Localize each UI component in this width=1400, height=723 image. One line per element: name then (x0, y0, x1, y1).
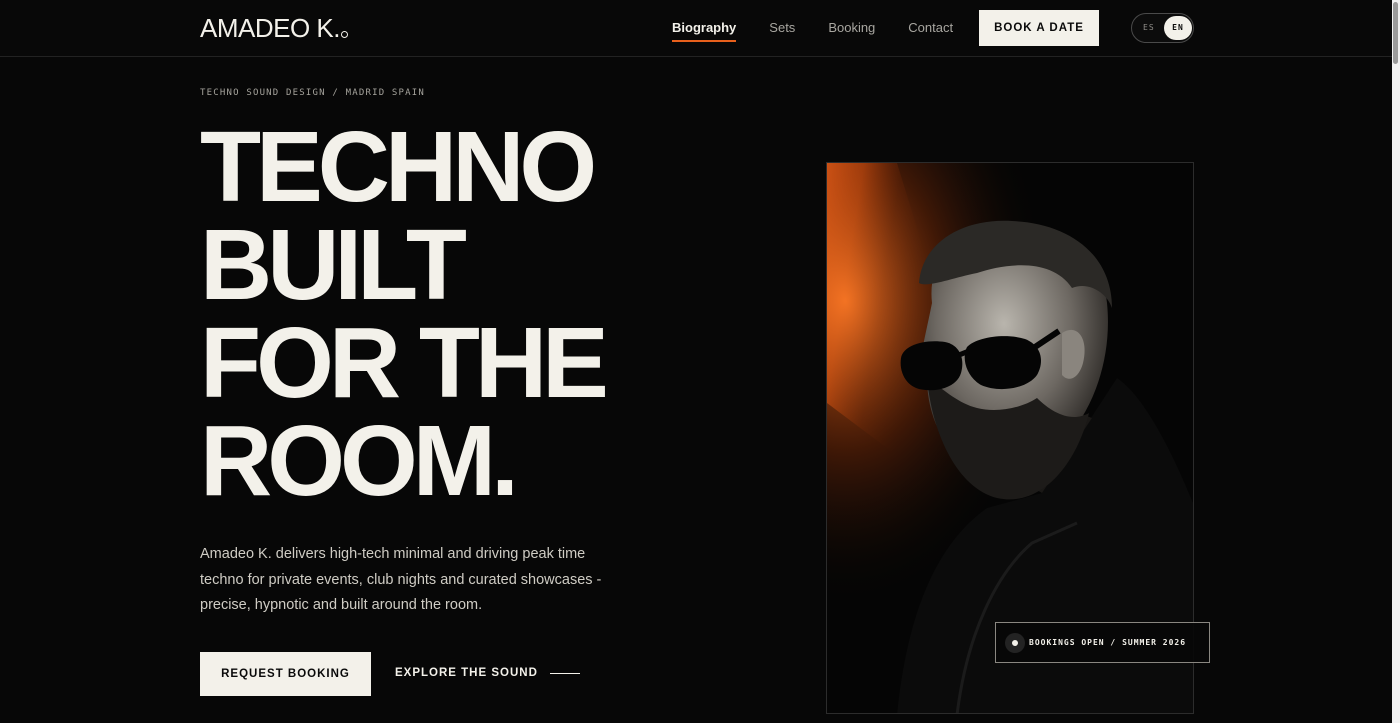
headline-line-1: TECHNO (200, 111, 597, 223)
hero-eyebrow: TECHNO SOUND DESIGN / MADRID SPAIN (200, 88, 426, 98)
headline-line-2: BUILT (200, 209, 467, 321)
logo-text: AMADEO K. (200, 13, 340, 43)
page: AMADEO K. Biography Sets Booking Contact… (0, 0, 1400, 723)
registered-mark-icon (340, 31, 348, 38)
scrollbar-thumb[interactable] (1393, 2, 1398, 64)
lang-option-es[interactable]: ES (1143, 23, 1155, 32)
nav-biography[interactable]: Biography (672, 20, 737, 42)
language-toggle[interactable]: ES EN (1131, 13, 1194, 43)
lang-option-en[interactable]: EN (1164, 16, 1192, 40)
headline-line-3: FOR THE (200, 307, 609, 419)
arrow-line-icon (549, 672, 580, 674)
nav-booking[interactable]: Booking (828, 20, 875, 36)
bookings-open-badge: BOOKINGS OPEN / SUMMER 2026 (995, 622, 1210, 663)
logo[interactable]: AMADEO K. (200, 14, 348, 42)
request-booking-button[interactable]: REQUEST BOOKING (200, 652, 371, 696)
hero-description: Amadeo K. delivers high-tech minimal and… (200, 546, 602, 613)
badge-text: BOOKINGS OPEN / SUMMER 2026 (1029, 638, 1187, 647)
main-nav: Biography Sets Booking Contact (672, 20, 953, 42)
headline-line-4: ROOM. (200, 405, 519, 517)
status-dot-icon (1005, 632, 1025, 653)
site-header: AMADEO K. Biography Sets Booking Contact… (0, 0, 1392, 57)
explore-the-sound-link[interactable]: EXPLORE THE SOUND (395, 667, 580, 679)
nav-contact[interactable]: Contact (908, 20, 953, 36)
book-a-date-button[interactable]: BOOK A DATE (979, 10, 1099, 46)
page-scrollbar[interactable] (1392, 0, 1400, 723)
explore-label: EXPLORE THE SOUND (395, 667, 538, 679)
nav-sets[interactable]: Sets (769, 20, 795, 36)
hero-headline: TECHNO BUILT FOR THE ROOM. (200, 111, 609, 517)
